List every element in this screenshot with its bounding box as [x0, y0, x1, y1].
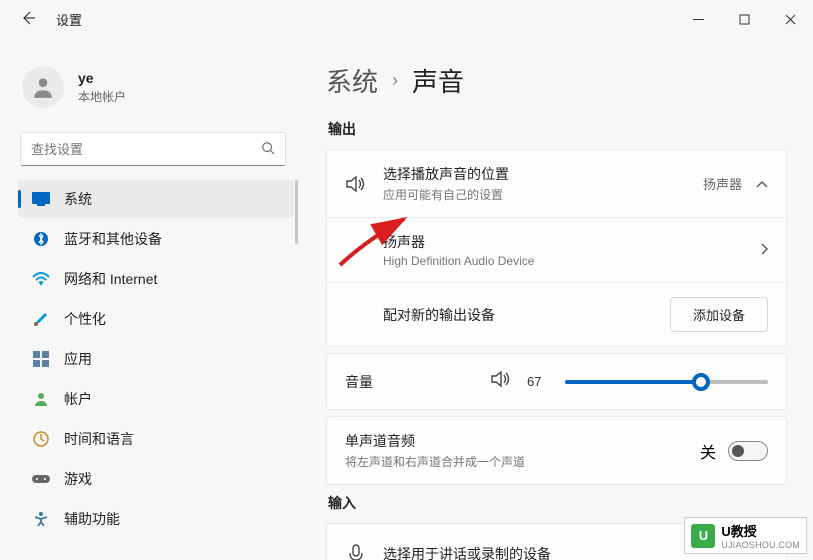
search-box[interactable]	[20, 132, 286, 166]
volume-card: 音量 67	[326, 353, 787, 410]
breadcrumb: 系统 › 声音	[326, 62, 787, 99]
output-section-title: 输出	[328, 119, 787, 139]
watermark-brand: U教授	[721, 521, 800, 540]
nav-label: 网络和 Internet	[64, 269, 157, 289]
mono-audio-card: 单声道音频 将左声道和右声道合并成一个声道 关	[326, 416, 787, 485]
row-sub: 应用可能有自己的设置	[383, 186, 687, 203]
titlebar: 设置	[0, 0, 813, 38]
pair-output-row: 配对新的输出设备 添加设备	[327, 282, 786, 346]
breadcrumb-parent[interactable]: 系统	[326, 62, 378, 99]
user-name: ye	[78, 70, 126, 86]
accessibility-icon	[32, 510, 50, 528]
mono-audio-row[interactable]: 单声道音频 将左声道和右声道合并成一个声道 关	[327, 417, 786, 484]
gamepad-icon	[32, 470, 50, 488]
back-button[interactable]	[20, 10, 36, 29]
clock-globe-icon	[32, 430, 50, 448]
mono-toggle[interactable]	[728, 441, 768, 461]
scrollbar[interactable]	[295, 180, 298, 244]
nav-label: 帐户	[64, 389, 92, 409]
main-content: 系统 › 声音 输出 选择播放声音的位置 应用可能有自己的设置 扬声器	[300, 38, 813, 560]
nav-personalization[interactable]: 个性化	[18, 300, 294, 338]
brush-icon	[32, 310, 50, 328]
sidebar: ye 本地帐户 系统 蓝牙和其他设备	[0, 38, 300, 560]
chevron-right-icon: ›	[392, 70, 398, 91]
microphone-icon	[345, 544, 367, 560]
choose-output-row[interactable]: 选择播放声音的位置 应用可能有自己的设置 扬声器	[327, 150, 786, 217]
nav-accounts[interactable]: 帐户	[18, 380, 294, 418]
slider-thumb[interactable]	[692, 373, 710, 391]
user-sub: 本地帐户	[78, 88, 126, 105]
nav-system[interactable]: 系统	[18, 180, 294, 218]
watermark-logo: U	[691, 524, 715, 548]
nav-time-language[interactable]: 时间和语言	[18, 420, 294, 458]
search-icon	[261, 141, 275, 158]
minimize-button[interactable]	[675, 3, 721, 35]
add-device-button[interactable]: 添加设备	[670, 297, 768, 332]
nav-network[interactable]: 网络和 Internet	[18, 260, 294, 298]
chevron-up-icon	[756, 176, 768, 192]
apps-icon	[32, 350, 50, 368]
watermark: U U教授 UJIAOSHOU.COM	[684, 517, 807, 554]
row-title: 扬声器	[383, 232, 744, 252]
nav-label: 蓝牙和其他设备	[64, 229, 162, 249]
nav-label: 时间和语言	[64, 429, 134, 449]
maximize-button[interactable]	[721, 3, 767, 35]
speaker-device-row[interactable]: 扬声器 High Definition Audio Device	[327, 217, 786, 282]
row-sub: 将左声道和右声道合并成一个声道	[345, 453, 684, 470]
nav: 系统 蓝牙和其他设备 网络和 Internet 个性化 应用	[18, 180, 294, 538]
selected-output-value: 扬声器	[703, 174, 742, 193]
nav-label: 应用	[64, 349, 92, 369]
breadcrumb-current: 声音	[412, 62, 464, 99]
row-title: 单声道音频	[345, 431, 684, 451]
watermark-url: UJIAOSHOU.COM	[721, 540, 800, 550]
profile[interactable]: ye 本地帐户	[18, 58, 294, 128]
volume-label: 音量	[345, 372, 475, 392]
search-input[interactable]	[31, 142, 261, 157]
row-sub: High Definition Audio Device	[383, 254, 744, 268]
volume-value: 67	[527, 374, 549, 389]
close-button[interactable]	[767, 3, 813, 35]
person-icon	[32, 390, 50, 408]
wifi-icon	[32, 270, 50, 288]
system-icon	[32, 190, 50, 208]
nav-label: 游戏	[64, 469, 92, 489]
window-title: 设置	[56, 10, 82, 29]
volume-slider[interactable]	[565, 380, 768, 384]
speaker-icon[interactable]	[491, 370, 511, 393]
speaker-icon	[345, 175, 367, 193]
nav-label: 系统	[64, 189, 92, 209]
output-devices-card: 选择播放声音的位置 应用可能有自己的设置 扬声器 扬声器 High Defini…	[326, 149, 787, 347]
arrow-left-icon	[20, 10, 36, 26]
avatar	[22, 66, 64, 108]
row-title: 配对新的输出设备	[383, 305, 654, 325]
nav-bluetooth[interactable]: 蓝牙和其他设备	[18, 220, 294, 258]
nav-gaming[interactable]: 游戏	[18, 460, 294, 498]
chevron-right-icon	[760, 242, 768, 258]
row-title: 选择播放声音的位置	[383, 164, 687, 184]
toggle-state: 关	[700, 439, 716, 463]
input-section-title: 输入	[328, 493, 787, 513]
person-icon	[30, 74, 56, 100]
nav-label: 个性化	[64, 309, 106, 329]
nav-apps[interactable]: 应用	[18, 340, 294, 378]
nav-accessibility[interactable]: 辅助功能	[18, 500, 294, 538]
nav-label: 辅助功能	[64, 509, 120, 529]
bluetooth-icon	[32, 230, 50, 248]
